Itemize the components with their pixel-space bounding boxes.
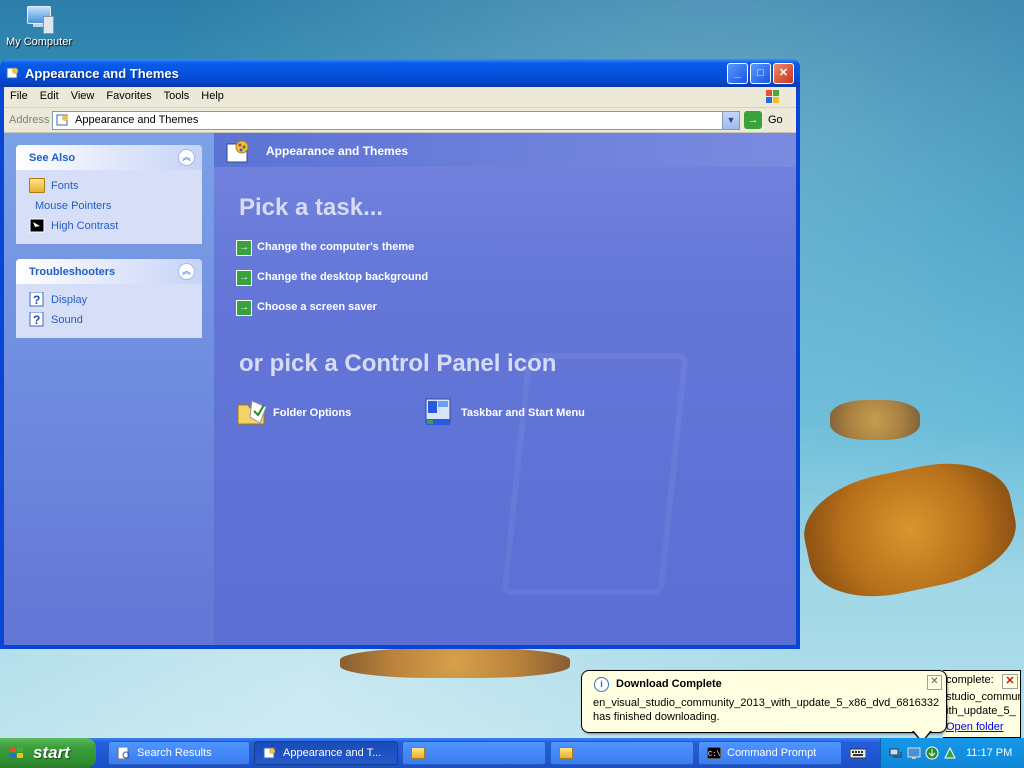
collapse-chevron-icon[interactable]: ︽ <box>178 149 195 166</box>
windows-flag-icon <box>10 747 23 758</box>
display-icon[interactable] <box>907 746 921 760</box>
see-also-header[interactable]: See Also ︽ <box>16 145 202 170</box>
window-title: Appearance and Themes <box>25 66 179 81</box>
category-title: Appearance and Themes <box>266 144 409 158</box>
menu-favorites[interactable]: Favorites <box>100 87 157 102</box>
balloon-close-button[interactable]: ✕ <box>927 675 942 690</box>
menu-tools[interactable]: Tools <box>158 87 196 102</box>
taskbar-item-appearance-themes[interactable]: Appearance and T... <box>254 741 398 765</box>
starfish-decoration <box>830 400 920 440</box>
troubleshooter-item-sound[interactable]: ? Sound <box>16 310 202 330</box>
appearance-themes-icon <box>263 747 275 759</box>
balloon2-line: ith_update_5_ <box>946 705 1016 717</box>
explorer-window: Appearance and Themes _ □ ✕ File Edit View… <box>0 59 800 649</box>
start-label: start <box>33 743 70 762</box>
folder-options-icon <box>237 400 267 425</box>
high-contrast-icon <box>29 218 45 233</box>
close-button[interactable]: ✕ <box>773 63 794 84</box>
svg-text:C:\: C:\ <box>708 751 721 759</box>
windows-logo-icon <box>766 90 779 103</box>
go-arrow-icon: → <box>744 111 762 129</box>
balloon-title: Download Complete <box>616 678 722 690</box>
start-button[interactable]: start <box>0 738 96 768</box>
see-also-item-fonts[interactable]: Fonts <box>16 176 202 196</box>
main-pane: Appearance and Themes Pick a task... → C… <box>214 133 796 645</box>
taskbar-item-folder[interactable] <box>550 741 694 765</box>
taskbar-item-search-results[interactable]: Search Results <box>108 741 250 765</box>
task-arrow-icon: → <box>236 270 252 286</box>
download-complete-balloon[interactable]: i Download Complete en_visual_studio_com… <box>581 670 947 743</box>
help-icon: ? <box>29 292 44 307</box>
command-prompt-icon: C:\ <box>707 747 721 759</box>
appearance-themes-large-icon <box>226 140 249 163</box>
see-also-panel: See Also ︽ Fonts Mouse Pointers High Con… <box>16 145 202 244</box>
category-header: Appearance and Themes <box>214 133 796 167</box>
menu-file[interactable]: File <box>4 87 34 102</box>
update-icon[interactable] <box>943 746 957 760</box>
desktop-icon-label: My Computer <box>5 36 73 48</box>
address-field[interactable]: Appearance and Themes ▼ <box>52 111 740 130</box>
troubleshooters-title: Troubleshooters <box>29 266 116 278</box>
menu-bar: File Edit View Favorites Tools Help <box>4 87 796 108</box>
address-value: Appearance and Themes <box>75 114 199 126</box>
taskbar-item-command-prompt[interactable]: C:\ Command Prompt <box>698 741 842 765</box>
fonts-folder-icon <box>29 178 45 193</box>
appearance-themes-icon <box>56 114 68 126</box>
balloon2-line: complete: <box>946 674 994 686</box>
see-also-item-mouse-pointers[interactable]: Mouse Pointers <box>16 196 202 216</box>
taskbar-start-menu-icon <box>425 398 451 425</box>
troubleshooters-header[interactable]: Troubleshooters ︽ <box>16 259 202 284</box>
troubleshooter-item-display[interactable]: ? Display <box>16 290 202 310</box>
address-bar: Address Appearance and Themes ▼ → Go <box>4 108 796 133</box>
minimize-button[interactable]: _ <box>727 63 748 84</box>
appearance-themes-icon <box>6 67 18 79</box>
clock[interactable]: 11:17 PM <box>966 747 1012 759</box>
address-label: Address <box>9 114 50 126</box>
svg-text:?: ? <box>33 293 40 307</box>
maximize-button[interactable]: □ <box>750 63 771 84</box>
pick-icon-heading: or pick a Control Panel icon <box>239 350 557 377</box>
taskbar-item-folder[interactable] <box>402 741 546 765</box>
content-area: See Also ︽ Fonts Mouse Pointers High Con… <box>4 133 796 645</box>
keyboard-icon[interactable] <box>850 747 866 759</box>
download-manager-icon[interactable] <box>925 746 939 760</box>
taskbar: start Search Results Appearance and T...… <box>0 738 1024 768</box>
task-arrow-icon: → <box>236 300 252 316</box>
see-also-item-high-contrast[interactable]: High Contrast <box>16 216 202 236</box>
network-icon[interactable] <box>889 746 903 760</box>
folder-icon <box>411 747 425 759</box>
task-arrow-icon: → <box>236 240 252 256</box>
balloon2-close-button[interactable]: ✕ <box>1002 674 1018 689</box>
balloon-message: has finished downloading. <box>593 711 720 723</box>
folder-icon <box>559 747 573 759</box>
collapse-chevron-icon[interactable]: ︽ <box>178 263 195 280</box>
info-icon: i <box>594 677 609 692</box>
system-tray: 11:17 PM <box>880 738 1024 768</box>
starfish-decoration <box>340 648 570 678</box>
address-dropdown-button[interactable]: ▼ <box>722 112 739 129</box>
svg-text:?: ? <box>33 313 40 327</box>
open-folder-link[interactable]: Open folder <box>946 721 1003 733</box>
watermark-decoration <box>501 353 689 595</box>
notification-balloon-secondary: complete: studio_commun ith_update_5_ Op… <box>943 670 1021 738</box>
menu-edit[interactable]: Edit <box>34 87 65 102</box>
my-computer-icon <box>24 4 54 34</box>
menu-view[interactable]: View <box>65 87 101 102</box>
search-results-icon <box>117 747 130 759</box>
desktop-icon-my-computer[interactable]: My Computer <box>4 4 74 48</box>
go-button[interactable]: → Go <box>744 111 794 129</box>
see-also-title: See Also <box>29 152 76 164</box>
go-label: Go <box>768 114 783 126</box>
balloon-message: en_visual_studio_community_2013_with_upd… <box>593 697 940 709</box>
title-bar[interactable]: Appearance and Themes _ □ ✕ <box>0 59 800 87</box>
task-pane: See Also ︽ Fonts Mouse Pointers High Con… <box>4 133 214 645</box>
menu-help[interactable]: Help <box>195 87 230 102</box>
troubleshooters-panel: Troubleshooters ︽ ? Display ? Sound <box>16 259 202 338</box>
help-icon: ? <box>29 312 44 327</box>
pick-task-heading: Pick a task... <box>239 194 384 221</box>
balloon2-line: studio_commun <box>946 691 1021 703</box>
